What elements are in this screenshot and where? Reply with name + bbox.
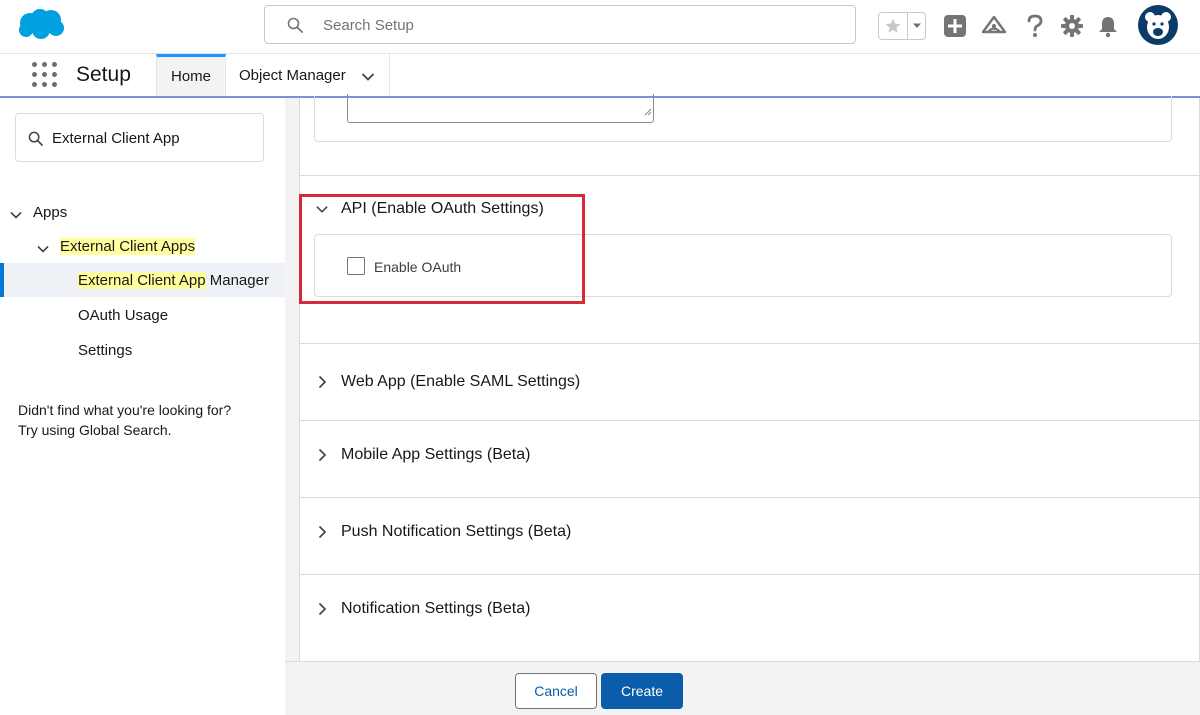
hint-line: Didn't find what you're looking for? [18,402,232,418]
tree-item-label: OAuth Usage [78,306,169,324]
favorites-button[interactable] [878,12,926,40]
tree-item-external-client-app-manager[interactable]: External Client App Manager [0,263,285,297]
app-launcher-icon[interactable] [32,62,58,88]
chevron-right-icon [316,375,328,389]
bell-icon[interactable] [1094,12,1122,40]
global-search-hint: Didn't find what you're looking for? Try… [18,400,231,440]
tree-item-label: External Client App Manager [78,271,269,289]
section-title: Mobile App Settings (Beta) [341,446,531,463]
chevron-down-icon[interactable] [907,13,925,39]
resize-grip-icon[interactable] [644,103,652,121]
section-divider [300,574,1199,575]
quick-find[interactable] [15,113,264,162]
section-notification-toggle[interactable]: Notification Settings (Beta) [316,600,530,618]
description-textarea[interactable] [347,94,654,123]
gear-icon[interactable] [1058,12,1086,40]
search-input[interactable] [323,14,823,36]
create-button[interactable]: Create [601,673,683,709]
app-name: Setup [76,63,131,86]
tab-label: Home [170,68,211,85]
section-divider [300,175,1199,176]
section-title: Web App (Enable SAML Settings) [341,373,581,390]
hint-line: Try using Global Search. [18,422,172,438]
annotation-highlight-box [299,194,585,304]
section-divider [300,497,1199,498]
star-icon[interactable] [879,13,907,39]
add-icon[interactable] [941,12,969,40]
tree-item-external-client-apps[interactable]: External Client Apps [0,229,285,263]
chevron-down-icon[interactable] [361,69,375,86]
section-title: Push Notification Settings (Beta) [341,523,572,540]
tree-item-label: Settings [78,341,133,359]
tab-label: Object Manager [239,66,346,84]
tab-home[interactable]: Home [156,54,226,96]
tree-item-settings[interactable]: Settings [0,333,285,367]
form-panel: API (Enable OAuth Settings) Enable OAuth… [299,94,1200,663]
label-rest: Manager [205,271,269,289]
chevron-right-icon [316,448,328,462]
section-push-notification-toggle[interactable]: Push Notification Settings (Beta) [316,523,571,541]
tab-object-manager[interactable]: Object Manager [226,54,390,96]
cancel-button[interactable]: Cancel [515,673,597,709]
help-icon[interactable] [1021,12,1049,40]
tree-item-oauth-usage[interactable]: OAuth Usage [0,298,285,332]
search-icon [287,17,303,38]
tree-item-apps[interactable]: Apps [0,195,285,229]
section-divider [300,420,1199,421]
global-search[interactable] [264,5,856,44]
salesforce-logo[interactable] [16,6,66,42]
setup-sidebar: Apps External Client Apps External Clien… [0,98,285,715]
form-footer: Cancel Create [285,661,1200,715]
chevron-down-icon[interactable] [37,241,49,258]
section-divider [300,343,1199,344]
tree-item-label: External Client Apps [60,237,196,255]
global-header [0,0,1200,54]
context-bar: Setup Home Object Manager [0,54,1200,98]
tree-item-label: Apps [33,203,68,221]
main-content: API (Enable OAuth Settings) Enable OAuth… [285,94,1200,715]
chevron-right-icon [316,525,328,539]
section-title: Notification Settings (Beta) [341,600,531,617]
chevron-right-icon [316,602,328,616]
section-web-app-toggle[interactable]: Web App (Enable SAML Settings) [316,373,580,391]
previous-section-card [314,94,1172,142]
search-match: External Client App [78,271,206,289]
avatar[interactable] [1138,5,1178,45]
trailhead-icon[interactable] [980,12,1008,40]
chevron-down-icon[interactable] [10,207,22,224]
section-mobile-app-toggle[interactable]: Mobile App Settings (Beta) [316,446,530,464]
quick-find-input[interactable] [52,128,252,148]
search-icon [28,131,43,151]
